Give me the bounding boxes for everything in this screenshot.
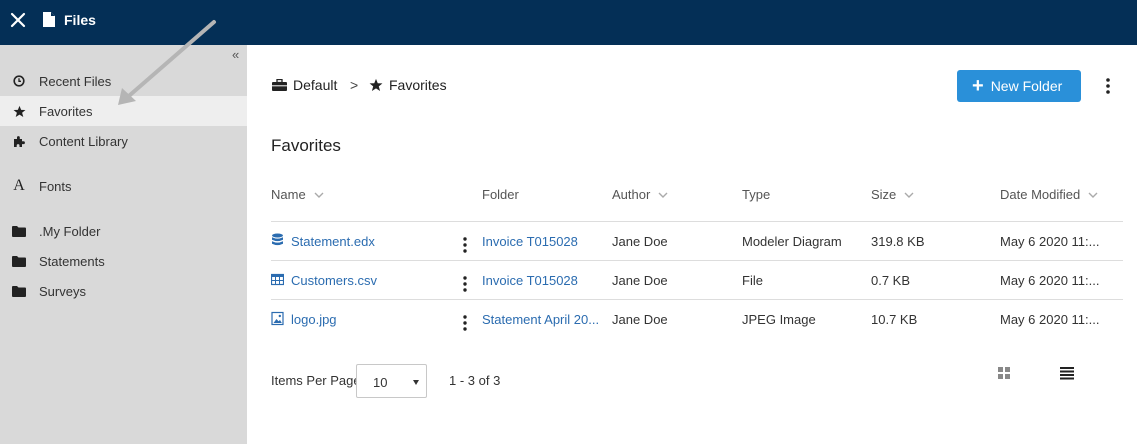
- database-icon: [272, 233, 283, 246]
- sidebar-item-label: Recent Files: [39, 74, 112, 89]
- author-cell: Jane Doe: [612, 273, 668, 288]
- sidebar-item-statements[interactable]: Statements: [0, 246, 247, 276]
- table-row: Statement.edx Invoice T015028 Jane Doe M…: [247, 222, 1137, 260]
- file-name-link[interactable]: logo.jpg: [291, 312, 337, 327]
- sidebar-item-label: Fonts: [39, 179, 72, 194]
- star-icon: [11, 103, 27, 119]
- sidebar-item-label: Content Library: [39, 134, 128, 149]
- sidebar-item-label: .My Folder: [39, 224, 101, 239]
- date-cell: May 6 2020 11:...: [1000, 273, 1100, 288]
- chevron-down-icon: [314, 192, 324, 198]
- list-view-icon[interactable]: [1060, 366, 1074, 380]
- column-header-author[interactable]: Author: [612, 187, 668, 202]
- sidebar-item-surveys[interactable]: Surveys: [0, 276, 247, 306]
- items-per-page-select[interactable]: 10: [356, 364, 427, 398]
- breadcrumb-label: Favorites: [389, 77, 447, 93]
- top-bar: Files: [0, 0, 1137, 45]
- folder-icon: [11, 253, 27, 269]
- collapse-sidebar-button[interactable]: «: [232, 47, 239, 62]
- new-folder-button[interactable]: + New Folder: [957, 70, 1081, 102]
- date-cell: May 6 2020 11:...: [1000, 312, 1100, 327]
- font-icon: A: [13, 177, 25, 194]
- breadcrumb-favorites[interactable]: Favorites: [369, 76, 447, 94]
- star-icon: [369, 78, 383, 92]
- briefcase-icon: [272, 79, 287, 91]
- file-name-link[interactable]: Customers.csv: [291, 273, 377, 288]
- row-actions-icon[interactable]: [461, 236, 469, 254]
- date-cell: May 6 2020 11:...: [1000, 234, 1100, 249]
- type-cell: JPEG Image: [742, 312, 816, 327]
- folder-icon: [11, 283, 27, 299]
- sidebar: « Recent Files Favorites Content Library…: [0, 45, 247, 444]
- row-actions-icon[interactable]: [461, 314, 469, 332]
- image-icon: [271, 311, 284, 326]
- pagination-range: 1 - 3 of 3: [449, 373, 501, 388]
- sidebar-item-fonts[interactable]: A Fonts: [0, 171, 247, 201]
- grid-view-icon[interactable]: [997, 366, 1011, 380]
- chevron-down-icon: [1088, 192, 1098, 198]
- table-row: Customers.csv Invoice T015028 Jane Doe F…: [247, 261, 1137, 299]
- sidebar-item-label: Statements: [39, 254, 105, 269]
- folder-icon: [11, 223, 27, 239]
- puzzle-icon: [11, 133, 27, 149]
- file-name-link[interactable]: Statement.edx: [291, 234, 375, 249]
- column-label: Type: [742, 187, 771, 202]
- chevron-down-icon: [904, 192, 914, 198]
- size-cell: 10.7 KB: [871, 312, 918, 327]
- app-title: Files: [64, 12, 96, 28]
- column-header-type: Type: [742, 187, 770, 202]
- sidebar-item-label: Favorites: [39, 104, 93, 119]
- breadcrumb-default[interactable]: Default: [272, 76, 337, 94]
- breadcrumb-separator: >: [350, 77, 359, 93]
- author-cell: Jane Doe: [612, 312, 668, 327]
- column-header-date-modified[interactable]: Date Modified: [1000, 187, 1098, 202]
- table-row: logo.jpg Statement April 20... Jane Doe …: [247, 300, 1137, 338]
- size-cell: 319.8 KB: [871, 234, 925, 249]
- column-header-name[interactable]: Name: [271, 187, 324, 202]
- sidebar-item-favorites[interactable]: Favorites: [0, 96, 247, 126]
- type-cell: File: [742, 273, 763, 288]
- folder-link[interactable]: Invoice T015028: [482, 234, 600, 249]
- document-icon: [43, 12, 55, 27]
- author-cell: Jane Doe: [612, 234, 668, 249]
- clock-icon: [11, 73, 27, 89]
- column-label: Name: [271, 187, 306, 202]
- sidebar-item-my-folder[interactable]: .My Folder: [0, 216, 247, 246]
- items-per-page-value: 10: [373, 375, 388, 390]
- column-label: Folder: [482, 187, 519, 202]
- caret-down-icon: [413, 380, 419, 385]
- more-options-icon[interactable]: [1102, 76, 1114, 96]
- page-title: Favorites: [271, 136, 341, 155]
- folder-link[interactable]: Invoice T015028: [482, 273, 600, 288]
- breadcrumb-label: Default: [293, 77, 338, 93]
- plus-icon: +: [972, 75, 984, 97]
- table-icon: [271, 273, 284, 286]
- chevron-down-icon: [658, 192, 668, 198]
- sidebar-item-label: Surveys: [39, 284, 86, 299]
- column-label: Size: [871, 187, 897, 202]
- main-content: Default > Favorites + New Folder Favorit…: [247, 45, 1137, 444]
- type-cell: Modeler Diagram: [742, 234, 842, 249]
- column-header-folder: Folder: [482, 187, 519, 202]
- sidebar-item-recent-files[interactable]: Recent Files: [0, 66, 247, 96]
- items-per-page-label: Items Per Page: [271, 373, 361, 388]
- column-label: Author: [612, 187, 651, 202]
- folder-link[interactable]: Statement April 20...: [482, 312, 600, 327]
- sidebar-item-content-library[interactable]: Content Library: [0, 126, 247, 156]
- new-folder-label: New Folder: [990, 78, 1063, 94]
- close-icon[interactable]: [9, 11, 27, 29]
- size-cell: 0.7 KB: [871, 273, 911, 288]
- column-label: Date Modified: [1000, 187, 1081, 202]
- column-header-size[interactable]: Size: [871, 187, 914, 202]
- row-actions-icon[interactable]: [461, 275, 469, 293]
